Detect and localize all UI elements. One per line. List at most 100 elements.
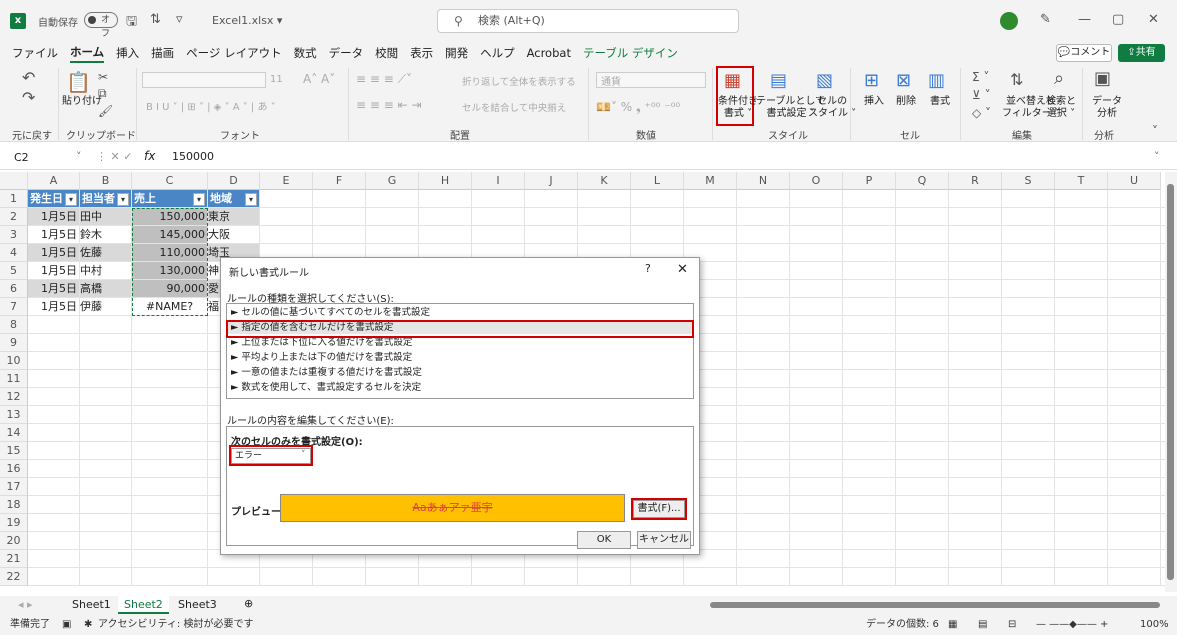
table-cell[interactable]: 1月5日 bbox=[28, 298, 80, 316]
qat-customize-icon[interactable]: ▿ bbox=[176, 12, 183, 27]
merge-center-button[interactable]: セルを結合して中央揃え bbox=[462, 100, 566, 114]
row-header[interactable]: 13 bbox=[0, 406, 28, 424]
column-header[interactable]: G bbox=[366, 172, 419, 190]
rule-type-list[interactable]: ► セルの値に基づいてすべてのセルを書式設定 ► 指定の値を含むセルだけを書式設… bbox=[226, 303, 694, 399]
row-header[interactable]: 8 bbox=[0, 316, 28, 334]
analyze-data-button[interactable]: データ 分析 bbox=[1092, 96, 1122, 120]
restore-icon[interactable]: ▢ bbox=[1112, 12, 1124, 27]
horizontal-scrollbar[interactable] bbox=[710, 602, 1160, 608]
autosum-icon[interactable]: Σ ˅ bbox=[972, 70, 989, 84]
format-painter-icon[interactable]: 🖌 bbox=[98, 104, 113, 118]
function-icon[interactable]: fx bbox=[144, 149, 155, 163]
column-header[interactable]: L bbox=[631, 172, 684, 190]
column-header[interactable]: O bbox=[790, 172, 843, 190]
bold-italic-underline-icons[interactable]: B I U ˅ | ⊞ ˅ | ◈ ˅ A ˅ | あ ˅ bbox=[146, 98, 276, 113]
column-header[interactable]: E bbox=[260, 172, 313, 190]
list-item[interactable]: ► 一意の値または重複する値だけを書式設定 bbox=[231, 366, 422, 379]
close-icon[interactable]: ✕ bbox=[1148, 12, 1159, 27]
column-header[interactable]: R bbox=[949, 172, 1002, 190]
list-item[interactable]: ► 平均より上または下の値だけを書式設定 bbox=[231, 351, 412, 364]
tab-formulas[interactable]: 数式 bbox=[294, 45, 317, 61]
row-header[interactable]: 14 bbox=[0, 424, 28, 442]
format-cells-icon[interactable]: ▥ bbox=[928, 70, 945, 91]
analyze-data-icon[interactable]: ▣ bbox=[1094, 68, 1111, 89]
font-size-input[interactable]: 11 bbox=[270, 74, 283, 85]
comment-button[interactable]: 💬コメント bbox=[1056, 44, 1112, 62]
vertical-scrollbar[interactable] bbox=[1165, 172, 1177, 592]
column-header[interactable]: Q bbox=[896, 172, 949, 190]
align-left-icons[interactable]: ≡ ≡ ≡ ⇤ ⇥ bbox=[356, 98, 422, 112]
row-header[interactable]: 9 bbox=[0, 334, 28, 352]
row-header[interactable]: 11 bbox=[0, 370, 28, 388]
sort-asc-icon[interactable]: ⇅ bbox=[150, 12, 161, 27]
table-cell[interactable]: 1月5日 bbox=[28, 280, 80, 298]
delete-cells-icon[interactable]: ⊠ bbox=[896, 70, 911, 91]
tab-data[interactable]: データ bbox=[329, 45, 364, 61]
grow-font-icon[interactable]: A˄ A˅ bbox=[303, 72, 335, 86]
table-cell[interactable]: 1月5日 bbox=[28, 226, 80, 244]
row-header[interactable]: 12 bbox=[0, 388, 28, 406]
zoom-slider[interactable]: — ——◆—— + bbox=[1036, 614, 1108, 635]
row-header[interactable]: 19 bbox=[0, 514, 28, 532]
add-sheet-icon[interactable]: ⊕ bbox=[244, 597, 253, 610]
normal-view-icon[interactable]: ▦ bbox=[948, 614, 957, 635]
list-item[interactable]: ► セルの値に基づいてすべてのセルを書式設定 bbox=[231, 306, 430, 319]
row-header[interactable]: 3 bbox=[0, 226, 28, 244]
table-cell[interactable]: 1月5日 bbox=[28, 208, 80, 226]
tab-file[interactable]: ファイル bbox=[12, 45, 58, 61]
table-format-icon[interactable]: ▤ bbox=[770, 70, 787, 91]
table-cell[interactable]: 伊藤 bbox=[80, 298, 132, 316]
row-header[interactable]: 7 bbox=[0, 298, 28, 316]
column-header[interactable]: A bbox=[28, 172, 80, 190]
table-header-cell[interactable]: 発生日 bbox=[28, 190, 80, 208]
number-format-select[interactable]: 通貨 bbox=[596, 72, 706, 88]
row-header[interactable]: 10 bbox=[0, 352, 28, 370]
pen-icon[interactable]: ✎ bbox=[1040, 12, 1051, 27]
column-header[interactable]: F bbox=[313, 172, 366, 190]
column-header[interactable]: J bbox=[525, 172, 578, 190]
tab-page-layout[interactable]: ページ レイアウト bbox=[186, 45, 281, 61]
column-header[interactable]: K bbox=[578, 172, 631, 190]
row-header[interactable]: 22 bbox=[0, 568, 28, 586]
row-header[interactable]: 18 bbox=[0, 496, 28, 514]
name-box-dropdown-icon[interactable]: ˅ bbox=[76, 150, 82, 163]
row-header[interactable]: 15 bbox=[0, 442, 28, 460]
tab-sheet2[interactable]: Sheet2 bbox=[118, 596, 169, 614]
cancel-enter-icons[interactable]: ⋮ ✕ ✓ bbox=[96, 150, 132, 163]
clear-icon[interactable]: ◇ ˅ bbox=[972, 106, 991, 120]
column-header[interactable]: S bbox=[1002, 172, 1055, 190]
row-header[interactable]: 16 bbox=[0, 460, 28, 478]
table-cell[interactable]: 鈴木 bbox=[80, 226, 132, 244]
select-all-corner[interactable] bbox=[0, 172, 28, 190]
font-name-input[interactable] bbox=[142, 72, 266, 88]
cond-format-button[interactable]: 条件付き 書式 ˅ bbox=[718, 96, 758, 120]
cell-style-icon[interactable]: ▧ bbox=[816, 70, 833, 91]
column-header[interactable]: D bbox=[208, 172, 260, 190]
ok-button[interactable]: OK bbox=[577, 531, 631, 549]
search-input[interactable]: 検索 (Alt+Q) bbox=[437, 9, 739, 33]
macro-icon[interactable]: ▣ bbox=[62, 614, 71, 635]
fill-icon[interactable]: ⊻ ˅ bbox=[972, 88, 991, 102]
tab-view[interactable]: 表示 bbox=[410, 45, 433, 61]
list-item[interactable]: ► 数式を使用して、書式設定するセルを決定 bbox=[231, 381, 421, 394]
tab-help[interactable]: ヘルプ bbox=[480, 45, 515, 61]
copy-icon[interactable]: ⧉ bbox=[98, 86, 107, 101]
column-header[interactable]: N bbox=[737, 172, 790, 190]
table-header-cell[interactable]: 担当者 bbox=[80, 190, 132, 208]
cell-style-button[interactable]: セルの スタイル ˅ bbox=[808, 96, 856, 120]
column-header[interactable]: M bbox=[684, 172, 737, 190]
find-icon[interactable]: ⌕ bbox=[1054, 68, 1064, 89]
table-cell[interactable]: 佐藤 bbox=[80, 244, 132, 262]
format-button[interactable]: 書式 bbox=[930, 96, 950, 108]
redo-icon[interactable]: ↷ bbox=[22, 88, 35, 107]
column-header[interactable]: C bbox=[132, 172, 208, 190]
tab-insert[interactable]: 挿入 bbox=[116, 45, 139, 61]
expand-formula-icon[interactable]: ˅ bbox=[1154, 150, 1160, 163]
find-select-button[interactable]: 検索と 選択 ˅ bbox=[1046, 96, 1076, 120]
cancel-button[interactable]: キャンセル bbox=[637, 531, 691, 549]
autosave-toggle[interactable]: オフ bbox=[84, 12, 118, 39]
row-header[interactable]: 17 bbox=[0, 478, 28, 496]
row-header[interactable]: 4 bbox=[0, 244, 28, 262]
table-header-cell[interactable]: 売上 bbox=[132, 190, 208, 208]
column-header[interactable]: B bbox=[80, 172, 132, 190]
